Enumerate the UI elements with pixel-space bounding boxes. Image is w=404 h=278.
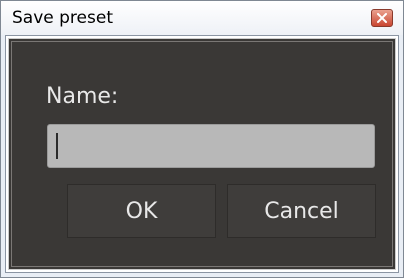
cancel-button[interactable]: Cancel: [227, 184, 376, 238]
close-button[interactable]: [371, 9, 393, 27]
window-title: Save preset: [12, 8, 113, 28]
name-input[interactable]: [47, 124, 375, 168]
dialog-client-area: Name: OK Cancel: [5, 35, 399, 273]
close-icon: [377, 13, 387, 23]
title-bar[interactable]: Save preset: [1, 1, 403, 35]
dialog-window: Save preset Name: OK Cancel: [0, 0, 404, 278]
dialog-panel: Name: OK Cancel: [8, 38, 396, 270]
name-label: Name:: [46, 84, 119, 109]
text-caret: [56, 133, 58, 159]
ok-button[interactable]: OK: [67, 184, 216, 238]
dialog-panel-inner: Name: OK Cancel: [11, 41, 393, 267]
